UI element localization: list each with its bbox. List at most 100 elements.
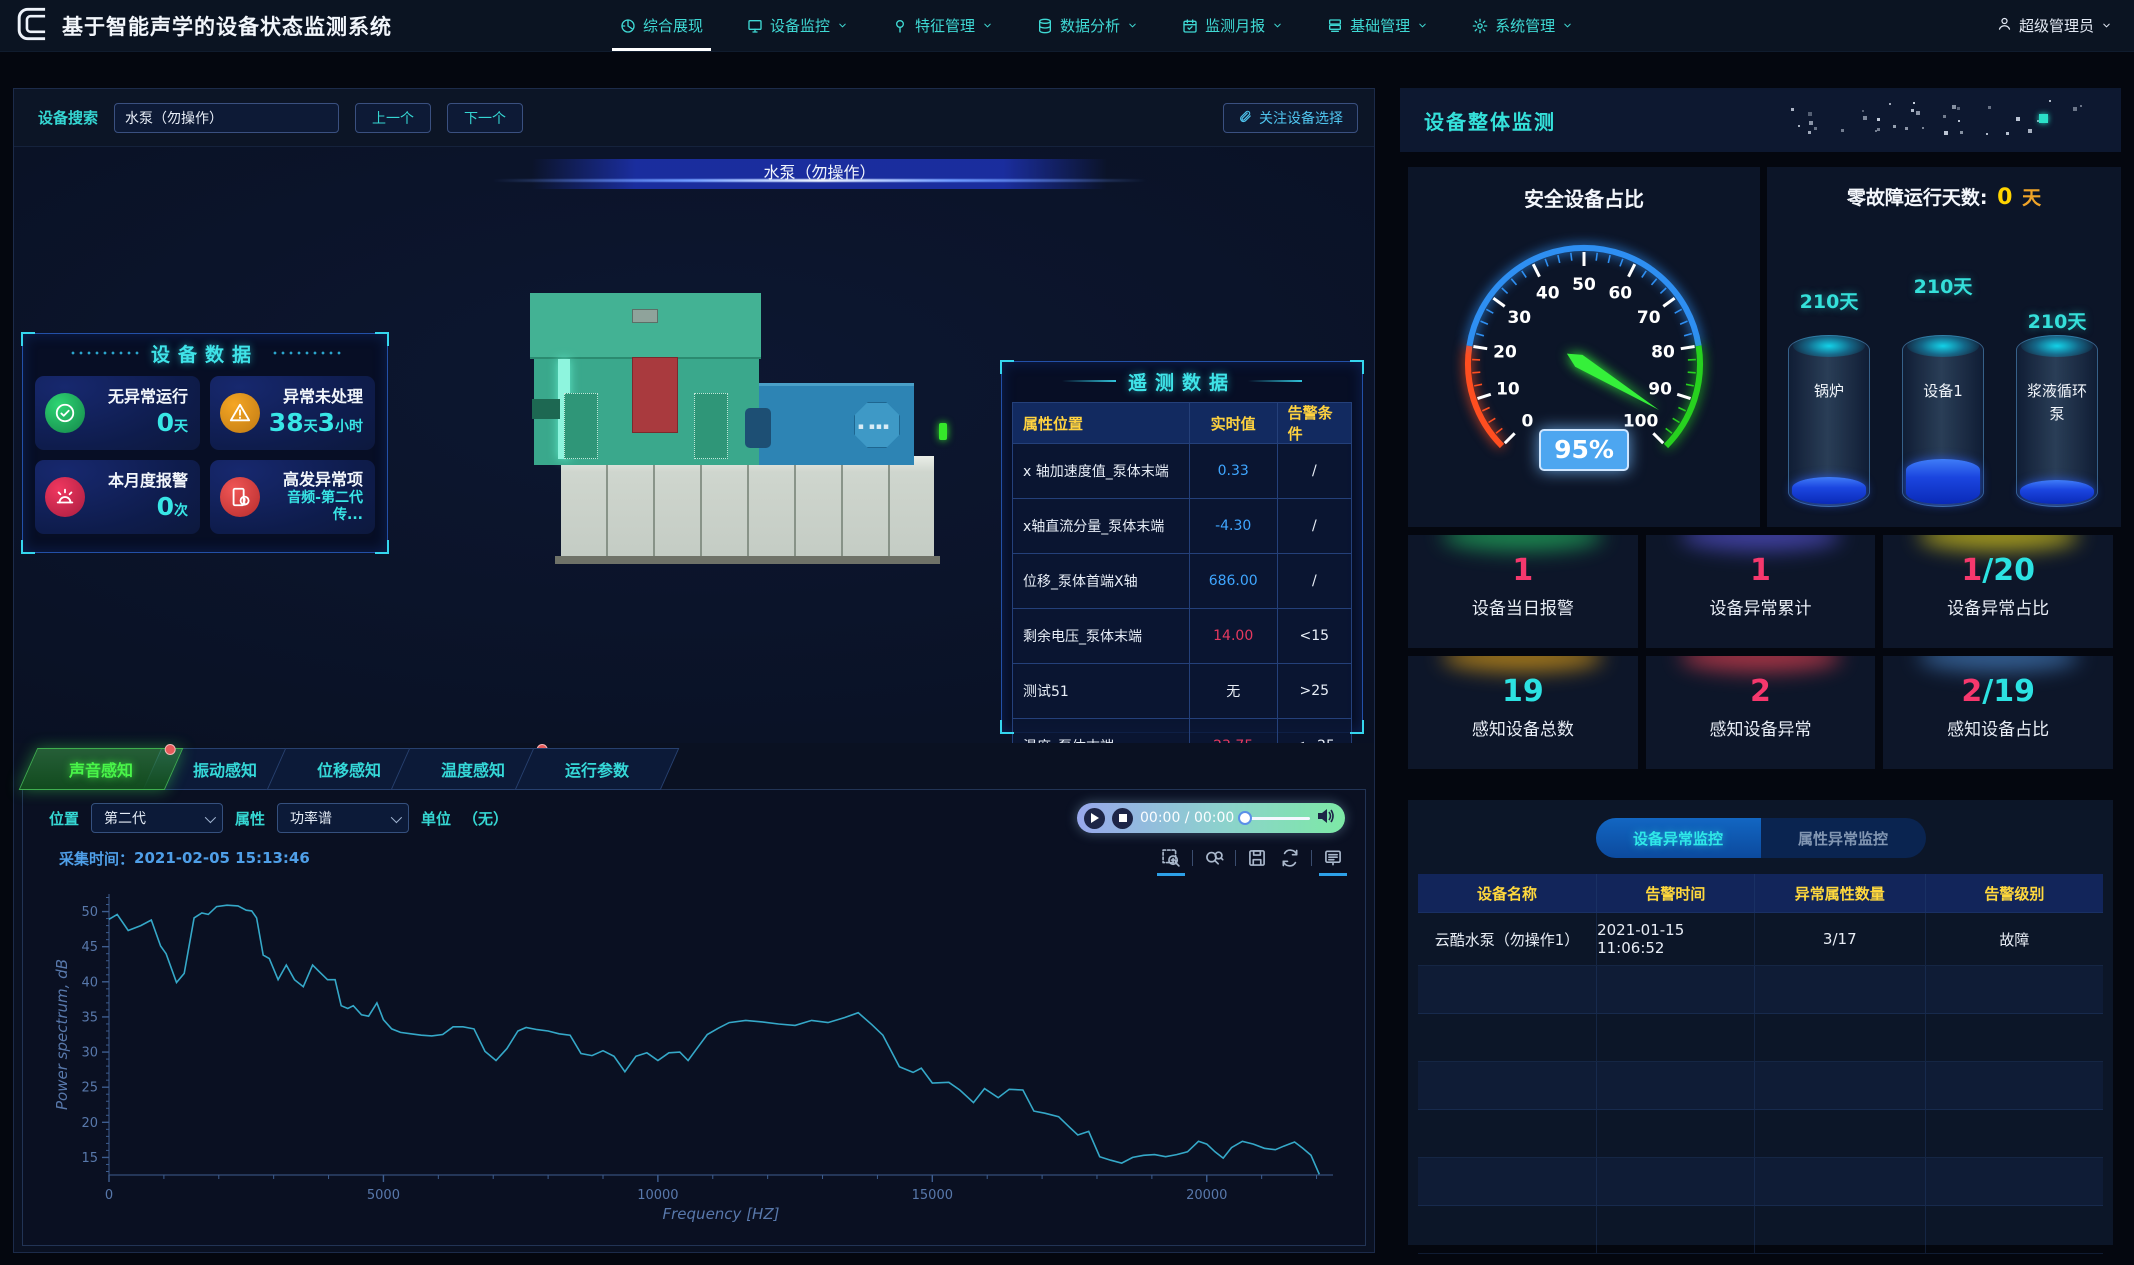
play-button[interactable] [1084, 808, 1105, 829]
anomaly-monitor-card: 设备异常监控属性异常监控 设备名称告警时间异常属性数量告警级别云酷水泵（勿操作1… [1408, 800, 2113, 1245]
stop-button[interactable] [1112, 808, 1133, 829]
zoom-back-icon[interactable] [1202, 846, 1226, 870]
unit-label: 单位 [421, 808, 451, 829]
nav-item-系统管理[interactable]: 系统管理 [1472, 0, 1573, 51]
right-panel: 设备整体监测 安全设备占比 010203040506070809010095% … [1400, 88, 2121, 1253]
svg-text:90: 90 [1648, 380, 1672, 400]
focus-device-select-button[interactable]: 关注设备选择 [1223, 103, 1358, 133]
stat-label: 设备当日报警 [1408, 594, 1638, 619]
stat-label: 设备异常累计 [1646, 594, 1876, 619]
nav-item-数据分析[interactable]: 数据分析 [1037, 0, 1138, 51]
monitor-cell: 故障 [1925, 913, 2103, 965]
monitor-cell [1754, 966, 1925, 1013]
svg-text:20: 20 [81, 1116, 98, 1131]
monitor-cell [1754, 1110, 1925, 1157]
monitor-header-cell: 设备名称 [1418, 874, 1596, 912]
monitor-cell: 3/17 [1754, 913, 1925, 965]
speaker-icon[interactable] [1317, 808, 1335, 828]
telemetry-header-cell: 告警条件 [1277, 403, 1351, 443]
svg-text:100: 100 [1623, 412, 1659, 432]
dashboard: 基于智能声学的设备状态监测系统 综合展现设备监控特征管理数据分析监测月报基础管理… [0, 0, 2134, 1265]
chevron-down-icon [982, 20, 993, 31]
device-data-panel: 设备数据 无异常运行0天异常未处理38天3小时本月度报警0次高发异常项音频-第二… [22, 333, 388, 553]
dots-decoration [1791, 98, 2091, 142]
telemetry-condition: / [1277, 554, 1351, 608]
3d-viewport[interactable]: 水泵（勿操作） ▪ ▪▪▪ [14, 147, 1374, 743]
tank-glow-top [1793, 335, 1865, 357]
nav-item-综合展现[interactable]: 综合展现 [620, 0, 703, 51]
telemetry-header-cell: 属性位置 [1013, 403, 1189, 443]
seek-handle[interactable] [1238, 811, 1252, 825]
svg-text:80: 80 [1651, 343, 1675, 363]
stat-glow [1442, 535, 1603, 551]
tank-cylinder: 锅炉 [1788, 335, 1870, 507]
top-nav: 基于智能声学的设备状态监测系统 综合展现设备监控特征管理数据分析监测月报基础管理… [0, 0, 2134, 52]
svg-text:Frequency [HZ]: Frequency [HZ] [663, 1205, 780, 1223]
tank-cylinder: 浆液循环泵 [2016, 335, 2098, 507]
tank-glow-top [2021, 335, 2093, 357]
chevron-down-icon [837, 20, 848, 31]
prev-device-button[interactable]: 上一个 [355, 103, 431, 133]
next-device-button[interactable]: 下一个 [447, 103, 523, 133]
search-label: 设备搜索 [38, 107, 98, 128]
tab-运行参数[interactable]: 运行参数 [515, 748, 680, 790]
monitor-cell [1925, 1158, 2103, 1205]
monitor-empty-row [1418, 966, 2103, 1014]
telemetry-header-cell: 实时值 [1189, 403, 1277, 443]
nav-item-监测月报[interactable]: 监测月报 [1182, 0, 1283, 51]
stat-label: 感知设备异常 [1646, 715, 1876, 740]
tank-days: 210天 [1897, 272, 1989, 299]
stats-grid: 1设备当日报警1设备异常累计1/20设备异常占比19感知设备总数2感知设备异常2… [1408, 535, 2113, 769]
dashboard-icon [620, 18, 636, 34]
restore-icon[interactable] [1278, 846, 1302, 870]
monitor-cell [1925, 1014, 2103, 1061]
sensing-section: 声音感知振动感知位移感知温度感知运行参数 位置 第二代 属性 功率谱 单位 （无… [14, 743, 1374, 1254]
position-select[interactable]: 第二代 [91, 803, 223, 833]
monitor-tab-属性异常监控[interactable]: 属性异常监控 [1761, 818, 1926, 858]
monitor-empty-row [1418, 1110, 2103, 1158]
telemetry-value: 686.00 [1189, 554, 1277, 608]
model-title-banner: 水泵（勿操作） [532, 159, 1107, 189]
user-name: 超级管理员 [2019, 15, 2094, 36]
telemetry-attr-name: 温度_泵体末端 [1013, 719, 1189, 743]
pump-body [534, 293, 759, 465]
user-menu[interactable]: 超级管理员 [1997, 15, 2134, 36]
tank-liquid [1792, 477, 1866, 504]
nav-item-特征管理[interactable]: 特征管理 [892, 0, 993, 51]
monitor-cell [1596, 1014, 1754, 1061]
svg-text:0: 0 [1521, 412, 1533, 432]
device-search-input[interactable] [114, 103, 339, 133]
monitor-data-row[interactable]: 云酷水泵（勿操作1）2021-01-15 11:06:523/17故障 [1418, 913, 2103, 966]
nav-item-基础管理[interactable]: 基础管理 [1327, 0, 1428, 51]
pump-3d-model[interactable]: ▪ ▪▪▪ [519, 293, 949, 593]
monitor-cell [1754, 1014, 1925, 1061]
svg-text:15000: 15000 [912, 1188, 953, 1203]
monitor-tab-设备异常监控[interactable]: 设备异常监控 [1596, 818, 1761, 858]
monitor-cell [1418, 1014, 1596, 1061]
chevron-down-icon [1127, 20, 1138, 31]
warning-icon [220, 393, 260, 433]
save-image-icon[interactable] [1245, 846, 1269, 870]
tank-name: 设备1 [1907, 380, 1979, 403]
overall-monitor-title: 设备整体监测 [1400, 106, 1556, 135]
nav-item-设备监控[interactable]: 设备监控 [747, 0, 848, 51]
telemetry-attr-name: 测试51 [1013, 664, 1189, 718]
audio-player: 00:00 / 00:00 [1077, 803, 1345, 833]
device-data-title: 设备数据 [151, 340, 259, 367]
seek-slider[interactable] [1241, 817, 1310, 820]
spectrum-chart[interactable]: 15 20 25 30 35 40 45 50 0 5000 10000 150… [51, 882, 1351, 1231]
svg-text:95%: 95% [1554, 435, 1614, 464]
zoom-box-icon[interactable] [1159, 846, 1183, 870]
monitor-cell [1596, 1158, 1754, 1205]
overall-monitor-header: 设备整体监测 [1400, 88, 2121, 152]
tab-声音感知[interactable]: 声音感知 [19, 748, 184, 790]
telemetry-row: 剩余电压_泵体末端14.00<15 [1013, 609, 1351, 664]
svg-text:50: 50 [81, 905, 98, 920]
telemetry-row: 测试51无>25 [1013, 664, 1351, 719]
monitor-cell [1418, 1062, 1596, 1109]
monitor-empty-row [1418, 1206, 2103, 1254]
capture-time-value: 2021-02-05 15:13:46 [134, 849, 310, 867]
attribute-select[interactable]: 功率谱 [277, 803, 409, 833]
tank-锅炉: 210天锅炉 [1783, 167, 1875, 194]
data-view-icon[interactable] [1321, 846, 1345, 870]
